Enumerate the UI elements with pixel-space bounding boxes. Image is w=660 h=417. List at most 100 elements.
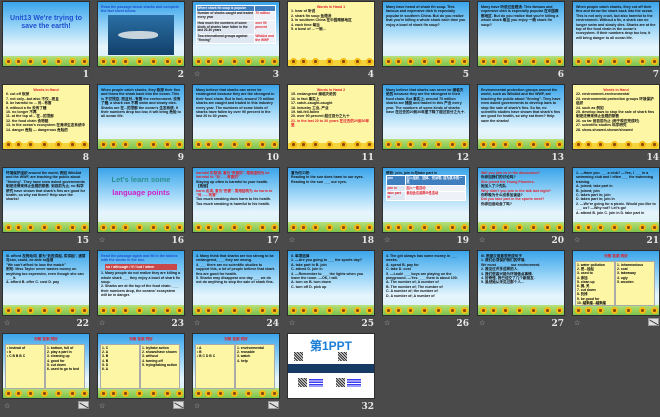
slide-cell: Words in Hand 22. environment-environment… <box>573 85 659 168</box>
sunflower-icon <box>502 224 509 231</box>
sunflower-icon <box>176 141 183 148</box>
slide-thumbnail-2[interactable]: Read the passage about sharks and comple… <box>98 2 184 66</box>
slide-thumbnail-13[interactable]: Environmental protection groups around t… <box>478 85 564 149</box>
hidden-slide-icon[interactable] <box>268 401 279 409</box>
animation-star-icon[interactable]: ☆ <box>384 320 392 327</box>
animation-star-icon[interactable]: ☆ <box>4 403 12 410</box>
sunflower-icon <box>164 141 171 148</box>
animation-star-icon[interactable]: ☆ <box>194 71 202 78</box>
animation-star-icon[interactable]: ☆ <box>574 320 582 327</box>
sunflower-icon <box>164 390 171 397</box>
slide-thumbnail-29[interactable]: 对照 答案 同好 • instead of • b • C B B B C 1. bot… <box>3 334 89 398</box>
sunflower-icon <box>176 58 183 65</box>
animation-star-icon[interactable]: ☆ <box>384 237 392 244</box>
slide-thumbnail-14[interactable]: Words in Hand 22. environment-environment… <box>573 85 659 149</box>
table-cell: join <box>386 175 406 186</box>
sunflower-border <box>573 141 659 149</box>
sunflower-icon <box>164 224 171 231</box>
animation-star-icon[interactable]: ☆ <box>99 320 107 327</box>
slide-text: 23. environmental protection groups 环境保护… <box>576 96 654 106</box>
sunflower-icon <box>41 141 48 148</box>
slide-thumbnail-6[interactable]: Many have 听说过鱼翅汤. This famous and expens… <box>478 2 564 66</box>
sunflower-icon <box>530 224 537 231</box>
slide-thumbnail-24[interactable]: 3. Many think that sharks are too strong… <box>193 251 279 315</box>
sunflower-icon <box>245 390 252 397</box>
animation-star-icon[interactable]: ☆ <box>194 403 202 410</box>
slide-content: III. afford 及物动词, 意为"负担得起, 买得起", 通常与can,… <box>6 254 86 305</box>
sunflower-icon <box>461 58 468 65</box>
sunflower-icon <box>611 141 618 148</box>
sunflower-icon <box>136 390 143 397</box>
slide-thumbnail-9[interactable]: When people catch sharks, they 砍掉 their … <box>98 85 184 149</box>
animation-star-icon[interactable]: ☆ <box>4 320 12 327</box>
sunflower-icon <box>326 224 333 231</box>
slide-text: Many believe that sharks can never be en… <box>196 88 275 119</box>
slide-content: Words in Hand 1 1. hear of 听说 2. shark fin… <box>291 5 371 56</box>
slide-cell: Let's learn some language points ☆ 16 <box>98 168 184 251</box>
slide-thumbnail-32[interactable]: 第1PPT <box>288 334 374 398</box>
slide-thumbnail-19[interactable]: 辨析: join, join in与take part in join 加入组织、团… <box>383 168 469 232</box>
sunflower-icon <box>421 141 428 148</box>
slide-text: 4. The girl always has some money in ___… <box>386 254 458 263</box>
slide-thumbnail-10[interactable]: Many believe that sharks can never be en… <box>193 85 279 149</box>
slide-thumbnail-11[interactable]: Words in Hand 2 15. endangered 濒临灭绝的 16. i… <box>288 85 374 149</box>
answer-panel-left: • instead of • b • C B B B C <box>5 344 45 389</box>
sunflower-icon <box>150 58 157 65</box>
hidden-slide-icon[interactable] <box>648 318 659 326</box>
sunflower-icon <box>366 224 373 231</box>
animation-star-icon[interactable]: ☆ <box>574 237 582 244</box>
slide-thumbnail-31[interactable]: 对照 答案 同好 • A • B • B C D B C 1. environmenta… <box>193 334 279 398</box>
slide-thumbnail-26[interactable]: 4. The girl always has some money in ___… <box>383 251 469 315</box>
slide-content: II. 单项选择 1. —Are you going to ___ the spo… <box>291 254 371 305</box>
sunflower-icon <box>639 307 646 314</box>
sunflower-icon <box>176 307 183 314</box>
sunflower-icon <box>516 224 523 231</box>
slide-thumbnail-23[interactable]: Read the passage again and fill in the b… <box>98 251 184 315</box>
animation-star-icon[interactable]: ☆ <box>99 403 107 410</box>
slide-number: 22 <box>76 319 89 329</box>
slide-thumbnail-20[interactable]: Will you join us in the discussion? 你参加我们… <box>478 168 564 232</box>
slide-thumbnail-8[interactable]: Words in Hand 6. cut off 砍掉 7. not only...… <box>3 85 89 149</box>
slide-thumbnail-15[interactable]: 环境保护组织 around the world, 例如 WildAid and … <box>3 168 89 232</box>
slide-cell: When people catch sharks, they 砍掉 their … <box>98 85 184 168</box>
slide-thumbnail-18[interactable]: 意为何义呢: Reading in the sun does harm to ou… <box>288 168 374 232</box>
animation-star-icon[interactable]: ☆ <box>99 237 107 244</box>
sunflower-icon <box>516 141 523 148</box>
slide-thumbnail-25[interactable]: II. 单项选择 1. —Are you going to ___ the spo… <box>288 251 374 315</box>
slide-thumbnail-7[interactable]: When people catch sharks, they cut off t… <box>573 2 659 66</box>
animation-star-icon[interactable]: ☆ <box>289 237 297 244</box>
slide-thumbnail-30[interactable]: 对照 答案 同好 1. C 2. A 3. B 4. B 5. D 6. A 1. try/t… <box>98 334 184 398</box>
sunflower-icon <box>544 307 551 314</box>
slide-thumbnail-16[interactable]: Let's learn some language points <box>98 168 184 232</box>
hidden-slide-icon[interactable] <box>173 401 184 409</box>
animation-star-icon[interactable]: ☆ <box>194 320 202 327</box>
sunflower-border <box>193 305 279 315</box>
slide-cell: III. afford 及物动词, 意为"负担得起, 买得起", 通常与can,… <box>3 251 89 334</box>
slide-number: 6 <box>557 70 564 80</box>
slide-thumbnail-3[interactable]: Where shark fin soup is popular Number of… <box>193 2 279 66</box>
slide-thumbnail-27[interactable]: III. 根据汉语意思完成句子 1. 我们必须保护我们的环境. We must __… <box>478 251 564 315</box>
sunflower-icon <box>205 141 212 148</box>
qr-code-icon <box>294 352 303 361</box>
slide-thumbnail-21[interactable]: 1. —Have you ___ a club? —Yes, I ___ in … <box>573 168 659 232</box>
slide-content: 意为何义呢: Reading in the sun does harm to ou… <box>291 171 371 222</box>
slide-thumbnail-12[interactable]: Many believe that sharks can never be 濒临… <box>383 85 469 149</box>
hidden-slide-icon[interactable] <box>78 401 89 409</box>
slide-thumbnail-4[interactable]: Words in Hand 1 1. hear of 听说 2. shark fin… <box>288 2 374 66</box>
sunflower-icon <box>312 141 319 148</box>
slide-thumbnail-22[interactable]: III. afford 及物动词, 意为"负担得起, 买得起", 通常与can,… <box>3 251 89 315</box>
slide-thumbnail-17[interactable]: harmful 形容词, 意为"有害的", 常用结构为 be harmful t… <box>193 168 279 232</box>
animation-star-icon[interactable]: ☆ <box>479 237 487 244</box>
slide-thumbnail-28[interactable]: 对照 答案 同好 1. water pollution 2. 把...捡起 3. us… <box>573 251 659 315</box>
slide-content: 4. The girl always has some money in ___… <box>386 254 466 305</box>
slide-thumbnail-5[interactable]: Many have heard of shark fin soup. This … <box>383 2 469 66</box>
sunflower-icon <box>55 141 62 148</box>
sunflower-icon <box>421 58 428 65</box>
slide-text: 例句: Miss Taylor never wastes money on an… <box>6 267 84 281</box>
animation-star-icon[interactable]: ☆ <box>479 320 487 327</box>
animation-star-icon[interactable]: ☆ <box>289 320 297 327</box>
slide-number: 1 <box>82 70 89 80</box>
slide-thumbnail-1[interactable]: Unit13 We're trying to save the earth! <box>3 2 89 66</box>
sunflower-icon <box>340 224 347 231</box>
slide-content: When people catch sharks, they 砍掉 their … <box>101 88 181 139</box>
